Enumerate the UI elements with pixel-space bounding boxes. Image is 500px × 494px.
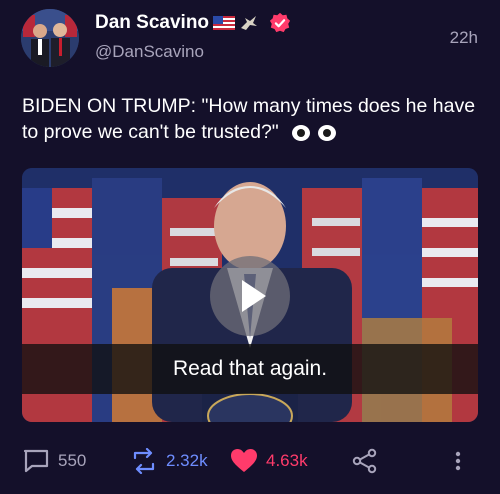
eyes-emoji-icon [292, 124, 337, 141]
reply-count: 550 [58, 451, 87, 470]
heart-icon [231, 449, 257, 472]
like-button[interactable]: 4.63k [230, 448, 308, 474]
display-name[interactable]: Dan Scavino [95, 12, 209, 34]
repost-count: 2.32k [166, 451, 208, 470]
more-options-button[interactable] [452, 448, 464, 474]
handle[interactable]: @DanScavino [95, 42, 204, 62]
verified-badge-icon [269, 12, 291, 33]
share-button[interactable] [352, 448, 378, 474]
avatar-image [21, 9, 79, 67]
video-caption: Read that again. [172, 357, 328, 380]
comment-icon [23, 449, 49, 473]
avatar[interactable] [21, 9, 79, 67]
timestamp: 22h [449, 28, 478, 47]
play-icon [242, 280, 266, 312]
play-button[interactable] [210, 256, 290, 336]
more-vertical-icon [455, 451, 461, 471]
post-text: BIDEN ON TRUMP: "How many times does he … [22, 93, 482, 145]
us-flag-icon [213, 16, 236, 30]
repost-icon [133, 448, 155, 474]
share-icon [352, 448, 377, 474]
video-player[interactable]: Read that again. [22, 168, 478, 422]
reply-button[interactable]: 550 [22, 448, 86, 474]
caption-bar: Read that again. [22, 344, 478, 394]
eagle-icon [241, 16, 258, 30]
like-count: 4.63k [266, 451, 308, 470]
action-bar: 550 2.32k 4.63k [0, 446, 500, 476]
post-body: BIDEN ON TRUMP: "How many times does he … [22, 95, 476, 143]
repost-button[interactable]: 2.32k [130, 448, 208, 474]
author-row: Dan Scavino [95, 12, 291, 34]
